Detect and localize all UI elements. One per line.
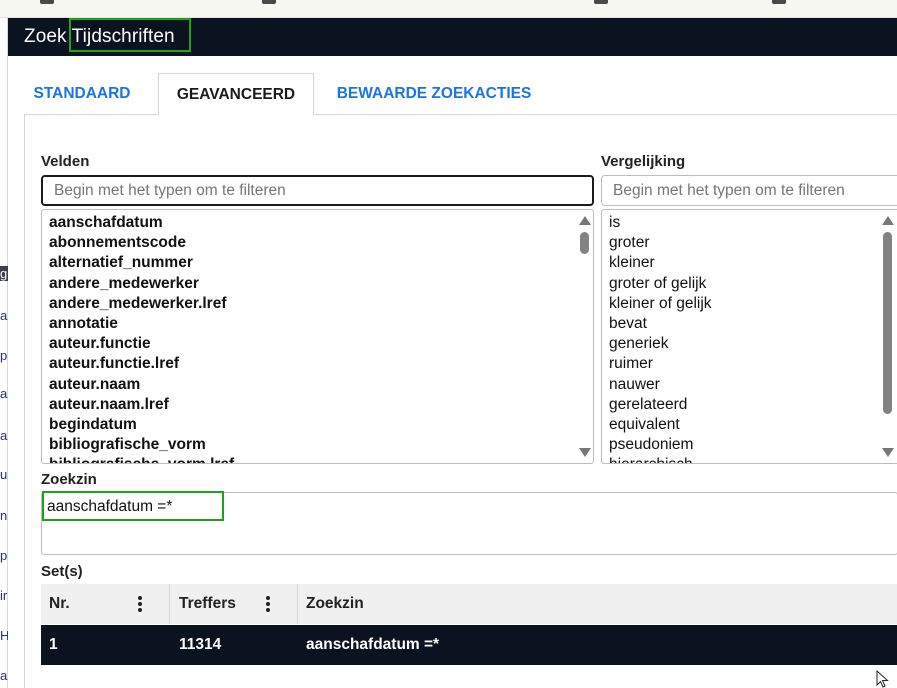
list-item[interactable]: pseudoniem [609, 435, 897, 455]
sets-table: Nr. Treffers Zoekzin 1 11314 aanschafdat… [41, 584, 897, 665]
vergelijking-filter-input[interactable] [601, 175, 897, 206]
list-item[interactable]: kleiner of gelijk [609, 294, 897, 314]
vergelijking-scrollbar[interactable] [879, 210, 896, 463]
column-header-treffers[interactable]: Treffers [179, 584, 236, 624]
table-header: Nr. Treffers Zoekzin [41, 584, 897, 624]
velden-label: Velden [41, 153, 90, 170]
list-item[interactable]: aanschafdatum [49, 213, 593, 233]
toolbar-icon[interactable] [40, 0, 54, 4]
background-app-strip: g ap p ap ap u ni p ir H a [0, 18, 8, 688]
search-dialog: Zoek Tijdschriften STANDAARD GEAVANCEERD… [8, 18, 897, 688]
list-item[interactable]: auteur.functie [49, 334, 593, 354]
scroll-thumb[interactable] [883, 232, 892, 414]
vergelijking-listbox[interactable]: is groter kleiner groter of gelijk klein… [601, 209, 897, 464]
list-item[interactable]: kleiner [609, 253, 897, 273]
background-glyph: H [0, 628, 8, 643]
list-item[interactable]: bibliografische_vorm.lref [49, 455, 593, 463]
table-row[interactable]: 1 11314 aanschafdatum =* [41, 625, 897, 665]
mouse-cursor-icon [876, 670, 889, 688]
background-glyph: p [0, 348, 8, 363]
column-menu-icon[interactable] [133, 595, 147, 613]
vergelijking-label: Vergelijking [601, 153, 686, 170]
list-item[interactable]: begindatum [49, 415, 593, 435]
tab-standaard[interactable]: STANDAARD [24, 73, 140, 115]
column-header-nr[interactable]: Nr. [49, 584, 70, 624]
background-glyph: p [0, 548, 8, 563]
tab-bewaarde-zoekacties[interactable]: BEWAARDE ZOEKACTIES [329, 73, 539, 115]
list-item[interactable]: is [609, 213, 897, 233]
list-item[interactable]: andere_medewerker.lref [49, 294, 593, 314]
list-item[interactable]: groter [609, 233, 897, 253]
advanced-search-panel: Velden aanschafdatum abonnementscode alt… [24, 114, 897, 688]
list-item[interactable]: groter of gelijk [609, 274, 897, 294]
scroll-up-arrow-icon[interactable] [579, 216, 591, 225]
velden-scrollbar[interactable] [576, 210, 593, 463]
zoekzin-textarea[interactable]: aanschafdatum =* [41, 491, 897, 555]
toolbar-icon[interactable] [772, 0, 786, 4]
list-item[interactable]: abonnementscode [49, 233, 593, 253]
background-glyph: ap [0, 308, 8, 323]
scroll-up-arrow-icon[interactable] [882, 216, 894, 225]
zoekzin-label: Zoekzin [41, 471, 97, 488]
list-item[interactable]: auteur.naam [49, 375, 593, 395]
toolbar-icon[interactable] [594, 0, 608, 4]
background-glyph: ir [0, 588, 8, 603]
sets-label: Set(s) [41, 563, 83, 580]
scroll-thumb[interactable] [580, 232, 589, 254]
focus-highlight [42, 491, 224, 521]
column-header-zoekzin[interactable]: Zoekzin [306, 584, 364, 624]
background-glyph: a [0, 668, 8, 683]
list-item[interactable]: bibliografische_vorm [49, 435, 593, 455]
column-divider[interactable] [297, 584, 298, 624]
scroll-down-arrow-icon[interactable] [579, 448, 591, 457]
list-item[interactable]: gerelateerd [609, 395, 897, 415]
list-item[interactable]: nauwer [609, 375, 897, 395]
background-glyph: ni [0, 508, 8, 523]
cell-nr: 1 [49, 636, 58, 653]
list-item[interactable]: auteur.naam.lref [49, 395, 593, 415]
list-item[interactable]: ruimer [609, 354, 897, 374]
velden-listbox[interactable]: aanschafdatum abonnementscode alternatie… [41, 209, 594, 464]
column-divider[interactable] [169, 584, 170, 624]
cell-zoekzin: aanschafdatum =* [306, 636, 440, 653]
background-glyph: ap [0, 386, 8, 401]
list-item[interactable]: equivalent [609, 415, 897, 435]
dialog-titlebar: Zoek Tijdschriften [8, 18, 897, 56]
scroll-down-arrow-icon[interactable] [882, 448, 894, 457]
list-item[interactable]: bevat [609, 314, 897, 334]
list-item[interactable]: annotatie [49, 314, 593, 334]
toolbar-icon[interactable] [262, 0, 276, 4]
list-item[interactable]: generiek [609, 334, 897, 354]
background-glyph: ap [0, 428, 8, 443]
velden-filter-input[interactable] [41, 175, 594, 206]
list-item[interactable]: andere_medewerker [49, 274, 593, 294]
cell-treffers: 11314 [179, 636, 222, 653]
background-glyph: g [0, 266, 8, 281]
list-item[interactable]: auteur.functie.lref [49, 354, 593, 374]
tab-bar: STANDAARD GEAVANCEERD BEWAARDE ZOEKACTIE… [24, 73, 897, 117]
tab-geavanceerd[interactable]: GEAVANCEERD [158, 73, 314, 115]
background-glyph: u [0, 467, 8, 482]
column-menu-icon[interactable] [261, 595, 275, 613]
list-item[interactable]: alternatief_nummer [49, 253, 593, 273]
focus-highlight [69, 18, 191, 52]
list-item[interactable]: hierarchisch [609, 455, 897, 463]
browser-toolbar-strip [0, 0, 897, 18]
